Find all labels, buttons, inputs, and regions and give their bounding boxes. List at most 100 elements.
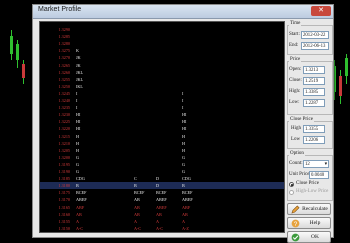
price-level-label: 1.3155 (58, 218, 70, 224)
close-price-group-label: Close Price (289, 117, 314, 122)
price-level-label: 1.3220 (58, 126, 70, 132)
profile-row: 1.3235 I I (40, 104, 284, 111)
price-level-label: 1.3250 (58, 83, 70, 89)
price-level-label: 1.3160 (58, 211, 70, 217)
tpo-letters: G (182, 154, 186, 160)
price-level-label: 1.3215 (58, 133, 70, 139)
profile-row: 1.3250 IKL (40, 83, 284, 90)
svg-text:?: ? (294, 221, 298, 228)
tpo-letters: BCEF (156, 190, 167, 196)
close-price-field[interactable]: 1.2519 (303, 77, 325, 85)
help-icon: ? (291, 219, 300, 228)
dialog-titlebar: Market Profile ✕ (33, 5, 333, 19)
tpo-letters: IKL (76, 83, 83, 89)
candle (22, 64, 25, 78)
cp-high-label: High (291, 126, 301, 131)
price-level-label: 1.3255 (58, 76, 70, 82)
tpo-letters: D (156, 183, 160, 189)
tpo-letters: AB (182, 211, 188, 217)
price-level-label: 1.3200 (58, 154, 70, 160)
profile-row: 1.3170 ABEF AB ABEF ABEF (40, 196, 284, 203)
tpo-letters: A-C (76, 225, 84, 231)
price-level-label: 1.3235 (58, 105, 70, 111)
tpo-letters: A-C (134, 225, 142, 231)
recalculate-button[interactable]: Recalculate (287, 203, 331, 215)
count-select[interactable]: 12 ▾ (303, 160, 329, 168)
ok-button[interactable]: OK (287, 231, 331, 243)
tpo-letters: I (76, 105, 78, 111)
profile-row: 1.3195 G G (40, 161, 284, 168)
candle (345, 58, 348, 76)
profile-row: 1.3155 A A A A (40, 218, 284, 225)
close-button[interactable]: ✕ (311, 6, 331, 16)
profile-row: 1.3255 JKL (40, 76, 284, 83)
price-level-label: 1.3290 (58, 27, 70, 32)
close-price-radio[interactable] (289, 182, 294, 187)
tpo-letters: JK (76, 55, 81, 61)
tpo-letters: A (156, 218, 160, 224)
profile-row: 1.3210 H H (40, 140, 284, 147)
tpo-letters: B (134, 183, 137, 189)
tpo-letters: H (182, 140, 186, 146)
high-label: High: (289, 89, 301, 94)
tpo-letters: A-Z (182, 225, 189, 231)
tpo-letters: CDG (76, 176, 85, 182)
tpo-letters: A (76, 218, 80, 224)
profile-row: 1.3160 AB AB AB AB (40, 211, 284, 218)
start-date-field[interactable]: 2012-03-22 (301, 31, 329, 39)
price-level-label: 1.3205 (58, 147, 70, 153)
tpo-letters: G (76, 169, 80, 174)
tpo-letters: HI (182, 126, 187, 132)
profile-row: 1.3285 (40, 33, 284, 40)
price-level-label: 1.3210 (58, 140, 70, 146)
price-level-label: 1.3170 (58, 197, 70, 203)
tpo-letters: AB (134, 211, 140, 217)
tpo-letters: G (182, 169, 186, 174)
tpo-letters: C (134, 176, 137, 182)
unit-price-field[interactable]: 0.0040 (309, 171, 329, 179)
tpo-letters: H (182, 147, 186, 153)
tpo-letters: H (76, 133, 80, 139)
price-level-label: 1.3195 (58, 161, 70, 167)
dialog-title: Market Profile (38, 6, 82, 13)
profile-row: 1.3220 HI HI (40, 125, 284, 132)
tpo-letters: B (182, 183, 185, 189)
profile-row: 1.3270 JK (40, 54, 284, 61)
tpo-letters: AB (134, 197, 140, 203)
tpo-letters: AB (134, 204, 140, 210)
profile-row: 1.3265 JK (40, 62, 284, 69)
start-label: Start: (289, 32, 300, 37)
profile-row: 1.3230 HI HI (40, 111, 284, 118)
end-date-field[interactable]: 2012-06-13 (301, 42, 329, 50)
tpo-letters: AB (76, 211, 82, 217)
profile-row: 1.3200 G G (40, 154, 284, 161)
cp-low-field[interactable]: 1.2206 (303, 136, 325, 144)
cp-high-field[interactable]: 1.3355 (303, 125, 325, 133)
price-level-label: 1.3225 (58, 119, 70, 125)
price-level-label: 1.3230 (58, 112, 70, 118)
option-group-label: Option (289, 151, 305, 156)
profile-row: 1.3205 H H (40, 147, 284, 154)
tpo-letters: ABF (182, 204, 191, 210)
high-price-field[interactable]: 1.3385 (303, 88, 325, 96)
tpo-letters: K (76, 48, 80, 54)
low-price-field[interactable]: 1.2287 (303, 99, 325, 107)
tpo-letters: JKL (76, 76, 84, 82)
open-price-field[interactable]: 1.3213 (303, 66, 325, 74)
price-level-label: 1.3245 (58, 90, 70, 96)
tpo-letters: BCEF (76, 190, 87, 196)
tpo-letters: G (182, 161, 186, 167)
tpo-letters: HI (76, 126, 81, 132)
tpo-letters: G (76, 161, 80, 167)
market-profile-grid: 1.3290 1.3285 1.3280 1.3275 K 1.3270 JK 1.3265 J… (39, 21, 285, 233)
profile-row: 1.3180 B B D B (40, 182, 284, 190)
help-button[interactable]: ? Help (287, 217, 331, 229)
profile-row: 1.3260 JKL (40, 69, 284, 76)
unit-price-label: Unit Price: (289, 172, 311, 177)
price-group-label: Price (289, 57, 302, 62)
tpo-letters: I (182, 90, 184, 96)
close-label: Close: (289, 78, 302, 83)
tpo-letters: ABEF (156, 197, 167, 203)
high-low-radio-label: High-Low Price (296, 189, 329, 194)
price-level-label: 1.3185 (58, 176, 70, 182)
